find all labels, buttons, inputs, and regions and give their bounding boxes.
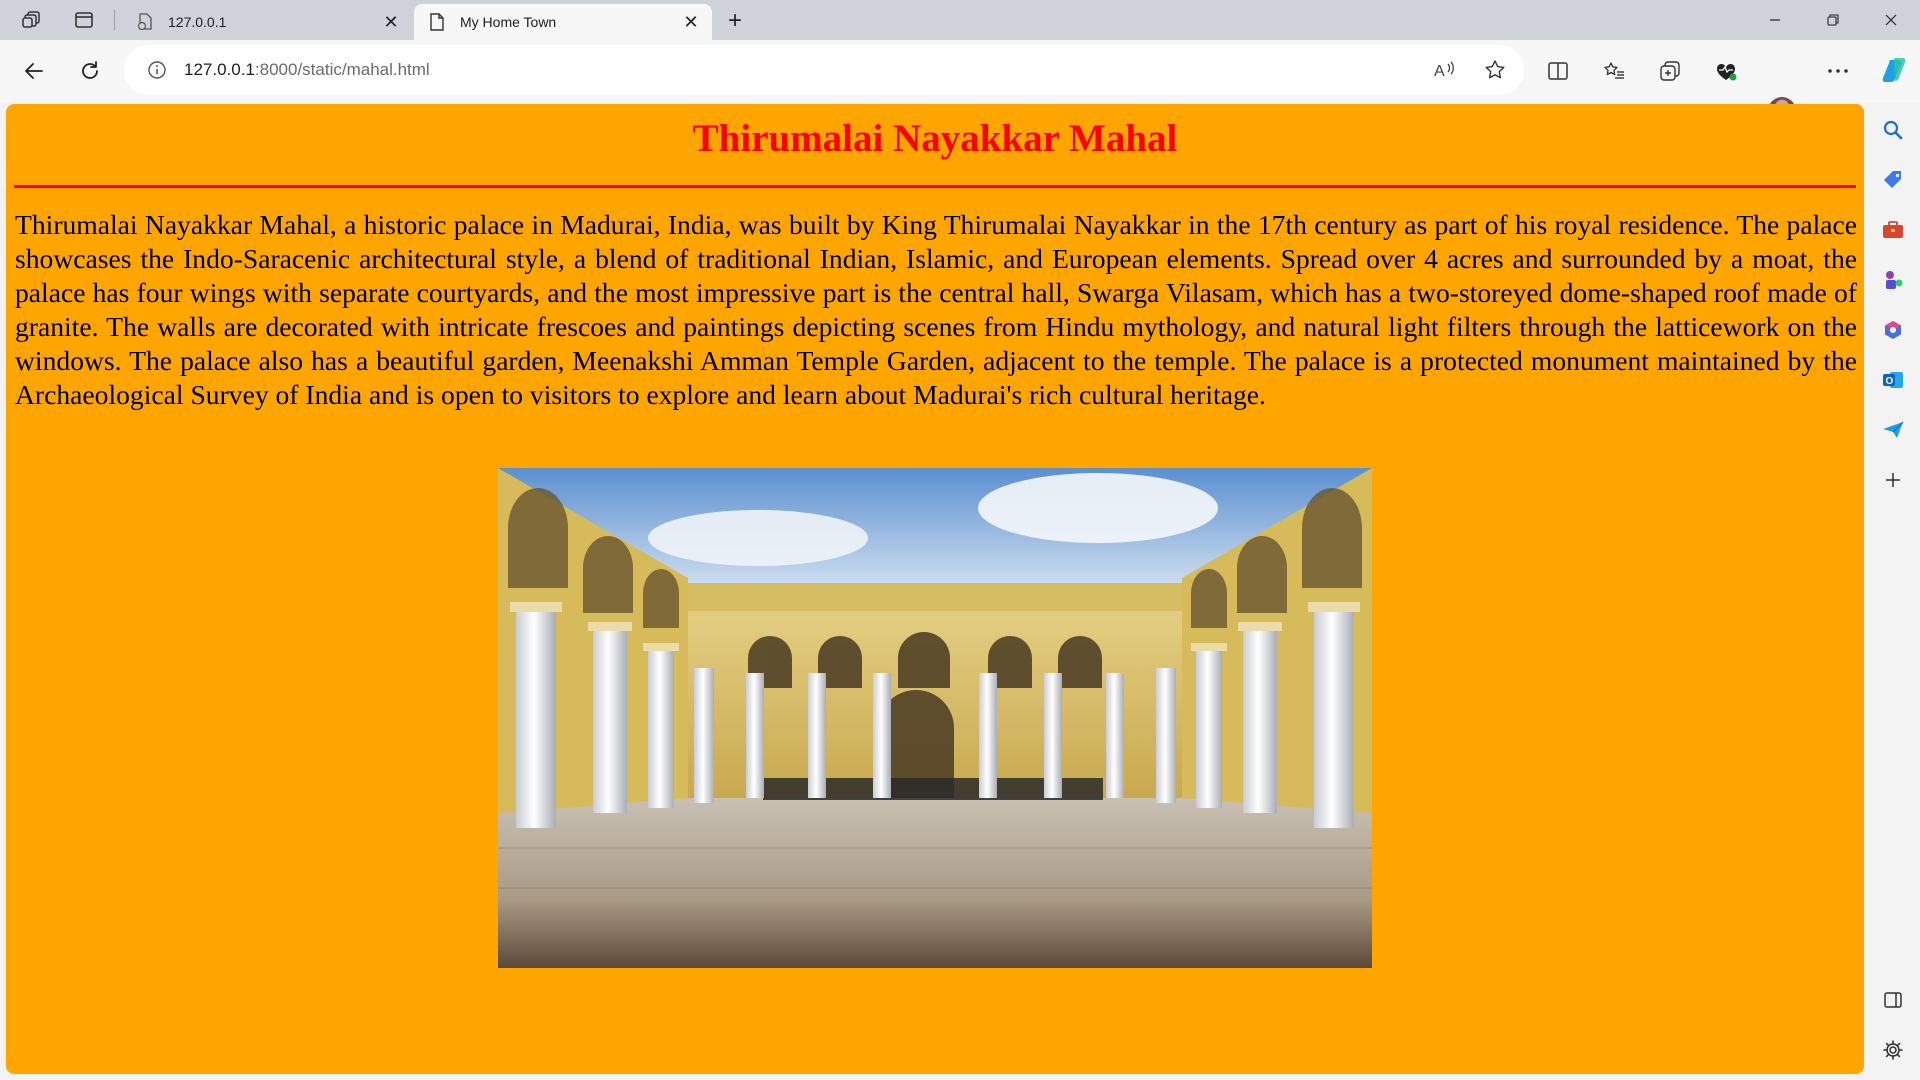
refresh-icon[interactable] (72, 53, 108, 89)
title-bar: 127.0.0.1 ✕ My Home Town ✕ + (0, 0, 1920, 40)
tab-active[interactable]: My Home Town ✕ (414, 4, 712, 40)
back-icon[interactable] (16, 53, 52, 89)
restore-icon[interactable] (1806, 0, 1860, 40)
tab-inactive[interactable]: 127.0.0.1 ✕ (122, 4, 412, 40)
page-document-icon (428, 13, 446, 31)
shopping-tag-icon[interactable] (1881, 168, 1905, 192)
minimize-icon[interactable] (1748, 0, 1802, 40)
page-viewport: Thirumalai Nayakkar Mahal Thirumalai Nay… (6, 104, 1864, 1074)
page-sleeping-icon (136, 13, 154, 31)
svg-text:A: A (1434, 63, 1445, 80)
add-sidebar-app-icon[interactable] (1881, 468, 1905, 492)
page-title: Thirumalai Nayakkar Mahal (692, 117, 1178, 160)
tab-actions-icon[interactable] (72, 8, 96, 32)
svg-text:O: O (1886, 376, 1894, 387)
page-paragraph: Thirumalai Nayakkar Mahal, a historic pa… (15, 209, 1857, 410)
more-options-icon[interactable] (1823, 56, 1853, 86)
favorites-icon[interactable] (1599, 56, 1629, 86)
settings-gear-icon[interactable] (1881, 1038, 1905, 1062)
tab-label: My Home Town (460, 14, 557, 30)
browser-essentials-icon[interactable] (1711, 56, 1741, 86)
games-icon[interactable] (1881, 268, 1905, 292)
collections-icon[interactable] (1655, 56, 1685, 86)
new-tab-icon[interactable]: + (720, 6, 750, 36)
tab-close-icon[interactable]: ✕ (678, 9, 704, 35)
close-window-icon[interactable] (1864, 0, 1918, 40)
tab-label: 127.0.0.1 (168, 14, 227, 30)
search-icon[interactable] (1881, 118, 1905, 142)
horizontal-rule (14, 185, 1856, 188)
outlook-icon[interactable]: O (1881, 368, 1905, 392)
tools-briefcase-icon[interactable] (1881, 218, 1905, 242)
palace-photo (498, 468, 1372, 968)
favorite-star-icon[interactable] (1480, 55, 1510, 85)
send-icon[interactable] (1881, 418, 1905, 442)
workspaces-icon[interactable] (20, 8, 44, 32)
address-bar[interactable]: 127.0.0.1:8000/static/mahal.html A (124, 45, 1524, 95)
tab-separator (114, 10, 115, 30)
url-path: :8000/static/mahal.html (254, 60, 430, 79)
url-host: 127.0.0.1 (184, 60, 255, 79)
site-info-icon[interactable] (146, 59, 168, 81)
read-aloud-icon[interactable]: A (1430, 55, 1460, 85)
split-screen-icon[interactable] (1543, 56, 1573, 86)
url-text[interactable]: 127.0.0.1:8000/static/mahal.html (184, 60, 430, 80)
edge-sidebar: O (1866, 102, 1920, 1080)
hide-sidebar-icon[interactable] (1881, 988, 1905, 1012)
microsoft-365-icon[interactable] (1881, 318, 1905, 342)
copilot-icon[interactable] (1878, 53, 1912, 87)
browser-toolbar: 127.0.0.1:8000/static/mahal.html A (0, 40, 1920, 125)
tab-close-icon[interactable]: ✕ (378, 9, 404, 35)
